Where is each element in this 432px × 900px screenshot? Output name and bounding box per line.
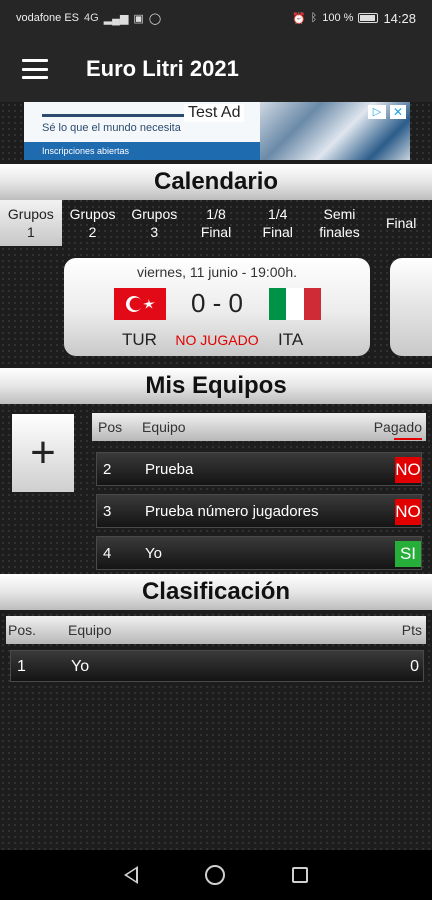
back-icon[interactable] — [123, 866, 138, 884]
table-row[interactable]: 3 Prueba número jugadores NO — [96, 494, 422, 528]
tab-label-line2: 3 — [150, 224, 159, 240]
tab-grupos-3[interactable]: Grupos 3 — [123, 200, 185, 246]
table-row[interactable]: 1 Yo 0 — [10, 650, 424, 682]
tab-label-line1: Grupos — [7, 206, 54, 222]
alarm-icon: ⏰ — [291, 12, 306, 25]
tab-label-line2: Final — [262, 224, 293, 240]
match-date: viernes, 11 junio - 19:00h. — [136, 264, 298, 280]
battery-icon — [358, 13, 379, 23]
col-pos: Pos. — [8, 622, 37, 638]
tab-grupos-1[interactable]: Grupos 1 — [0, 200, 62, 246]
next-match-card[interactable] — [390, 258, 432, 356]
home-icon[interactable] — [204, 865, 225, 885]
ad-banner[interactable]: Sé lo que el mundo necesita Inscripcione… — [24, 102, 410, 160]
row-team: Prueba número jugadores — [145, 503, 319, 520]
no-sim-icon: ▣ — [133, 12, 144, 25]
hamburger-menu-icon[interactable] — [22, 59, 48, 79]
col-team: Equipo — [142, 419, 186, 435]
network-type-label: 4G — [84, 12, 99, 24]
ad-test-label: Test Ad — [184, 104, 245, 122]
my-teams-header: Mis Equipos — [0, 368, 432, 404]
col-paid: Pagado — [373, 419, 422, 435]
tab-octavos[interactable]: 1/8 Final — [185, 200, 247, 246]
close-icon[interactable]: ✕ — [390, 105, 406, 119]
signal-icon: ▂▄▆ — [103, 12, 129, 25]
carrier-label: vodafone ES — [16, 12, 79, 24]
app-title: Euro Litri 2021 — [86, 56, 239, 81]
tab-final[interactable]: Final — [370, 200, 432, 246]
battery-percent: 100 % — [322, 12, 354, 24]
tab-label-line2: 2 — [88, 224, 97, 240]
col-pts: Pts — [401, 622, 422, 638]
paid-status-badge: SI — [395, 541, 421, 567]
status-bar: vodafone ES 4G ▂▄▆ ▣ ◯ ⏰ ᛒ 100 % 14:28 — [0, 0, 432, 36]
classification-header: Clasificación — [0, 574, 432, 610]
ad-image — [260, 102, 410, 160]
tab-grupos-2[interactable]: Grupos 2 — [62, 200, 124, 246]
tab-label-line1: Grupos — [69, 206, 116, 222]
match-status: NO JUGADO — [175, 332, 259, 348]
row-pos: 4 — [103, 545, 112, 562]
tab-label-line1: Grupos — [131, 206, 178, 222]
calendar-header: Calendario — [0, 164, 432, 200]
clock: 14:28 — [383, 10, 416, 26]
tab-label-line1: 1/4 — [268, 206, 288, 222]
add-team-button[interactable]: + — [12, 414, 74, 492]
col-team: Equipo — [68, 622, 112, 638]
table-row[interactable]: 2 Prueba NO — [96, 452, 422, 486]
paid-status-badge: NO — [395, 499, 421, 525]
whatsapp-icon: ◯ — [148, 12, 162, 25]
row-team: Yo — [145, 545, 162, 562]
tab-label-line1: 1/8 — [206, 206, 226, 222]
row-team: Yo — [71, 658, 90, 675]
table-row[interactable]: 4 Yo SI — [96, 536, 422, 570]
col-pos: Pos — [98, 419, 123, 435]
tab-semifinales[interactable]: Semi finales — [309, 200, 371, 246]
classification-table-header: Pos. Equipo Pts — [6, 616, 426, 644]
paid-sort-indicator — [394, 438, 422, 440]
ad-choices-icon[interactable]: ▷ — [368, 105, 386, 119]
app-bar: Euro Litri 2021 — [0, 36, 432, 102]
tab-label-line2: Final — [200, 224, 232, 240]
row-pts: 0 — [410, 658, 419, 675]
match-score: 0 - 0 — [190, 288, 244, 318]
tab-label-line2: finales — [319, 224, 360, 240]
tab-label-line1: Final — [385, 215, 417, 231]
row-pos: 2 — [103, 461, 112, 478]
round-tabs: Grupos 1 Grupos 2 Grupos 3 1/8 Final 1/4… — [0, 200, 432, 246]
row-pos: 3 — [103, 503, 112, 520]
navigation-bar — [0, 850, 432, 900]
tab-label-line1: Semi — [323, 206, 356, 222]
ad-headline: Sé lo que el mundo necesita — [42, 122, 181, 134]
tab-cuartos[interactable]: 1/4 Final — [247, 200, 309, 246]
my-teams-table-header: Pos Equipo Pagado — [92, 413, 426, 441]
italy-flag-icon — [269, 288, 321, 320]
row-pos: 1 — [17, 658, 26, 675]
ad-cta[interactable]: Inscripciones abiertas — [24, 142, 264, 160]
recent-apps-icon[interactable] — [292, 867, 309, 883]
row-team: Prueba — [145, 461, 194, 478]
away-team: ITA — [278, 330, 304, 349]
match-card[interactable]: viernes, 11 junio - 19:00h. 0 - 0 TUR NO… — [64, 258, 370, 356]
tab-label-line2: 1 — [26, 224, 35, 240]
paid-status-badge: NO — [395, 457, 421, 483]
bluetooth-icon: ᛒ — [310, 12, 318, 24]
